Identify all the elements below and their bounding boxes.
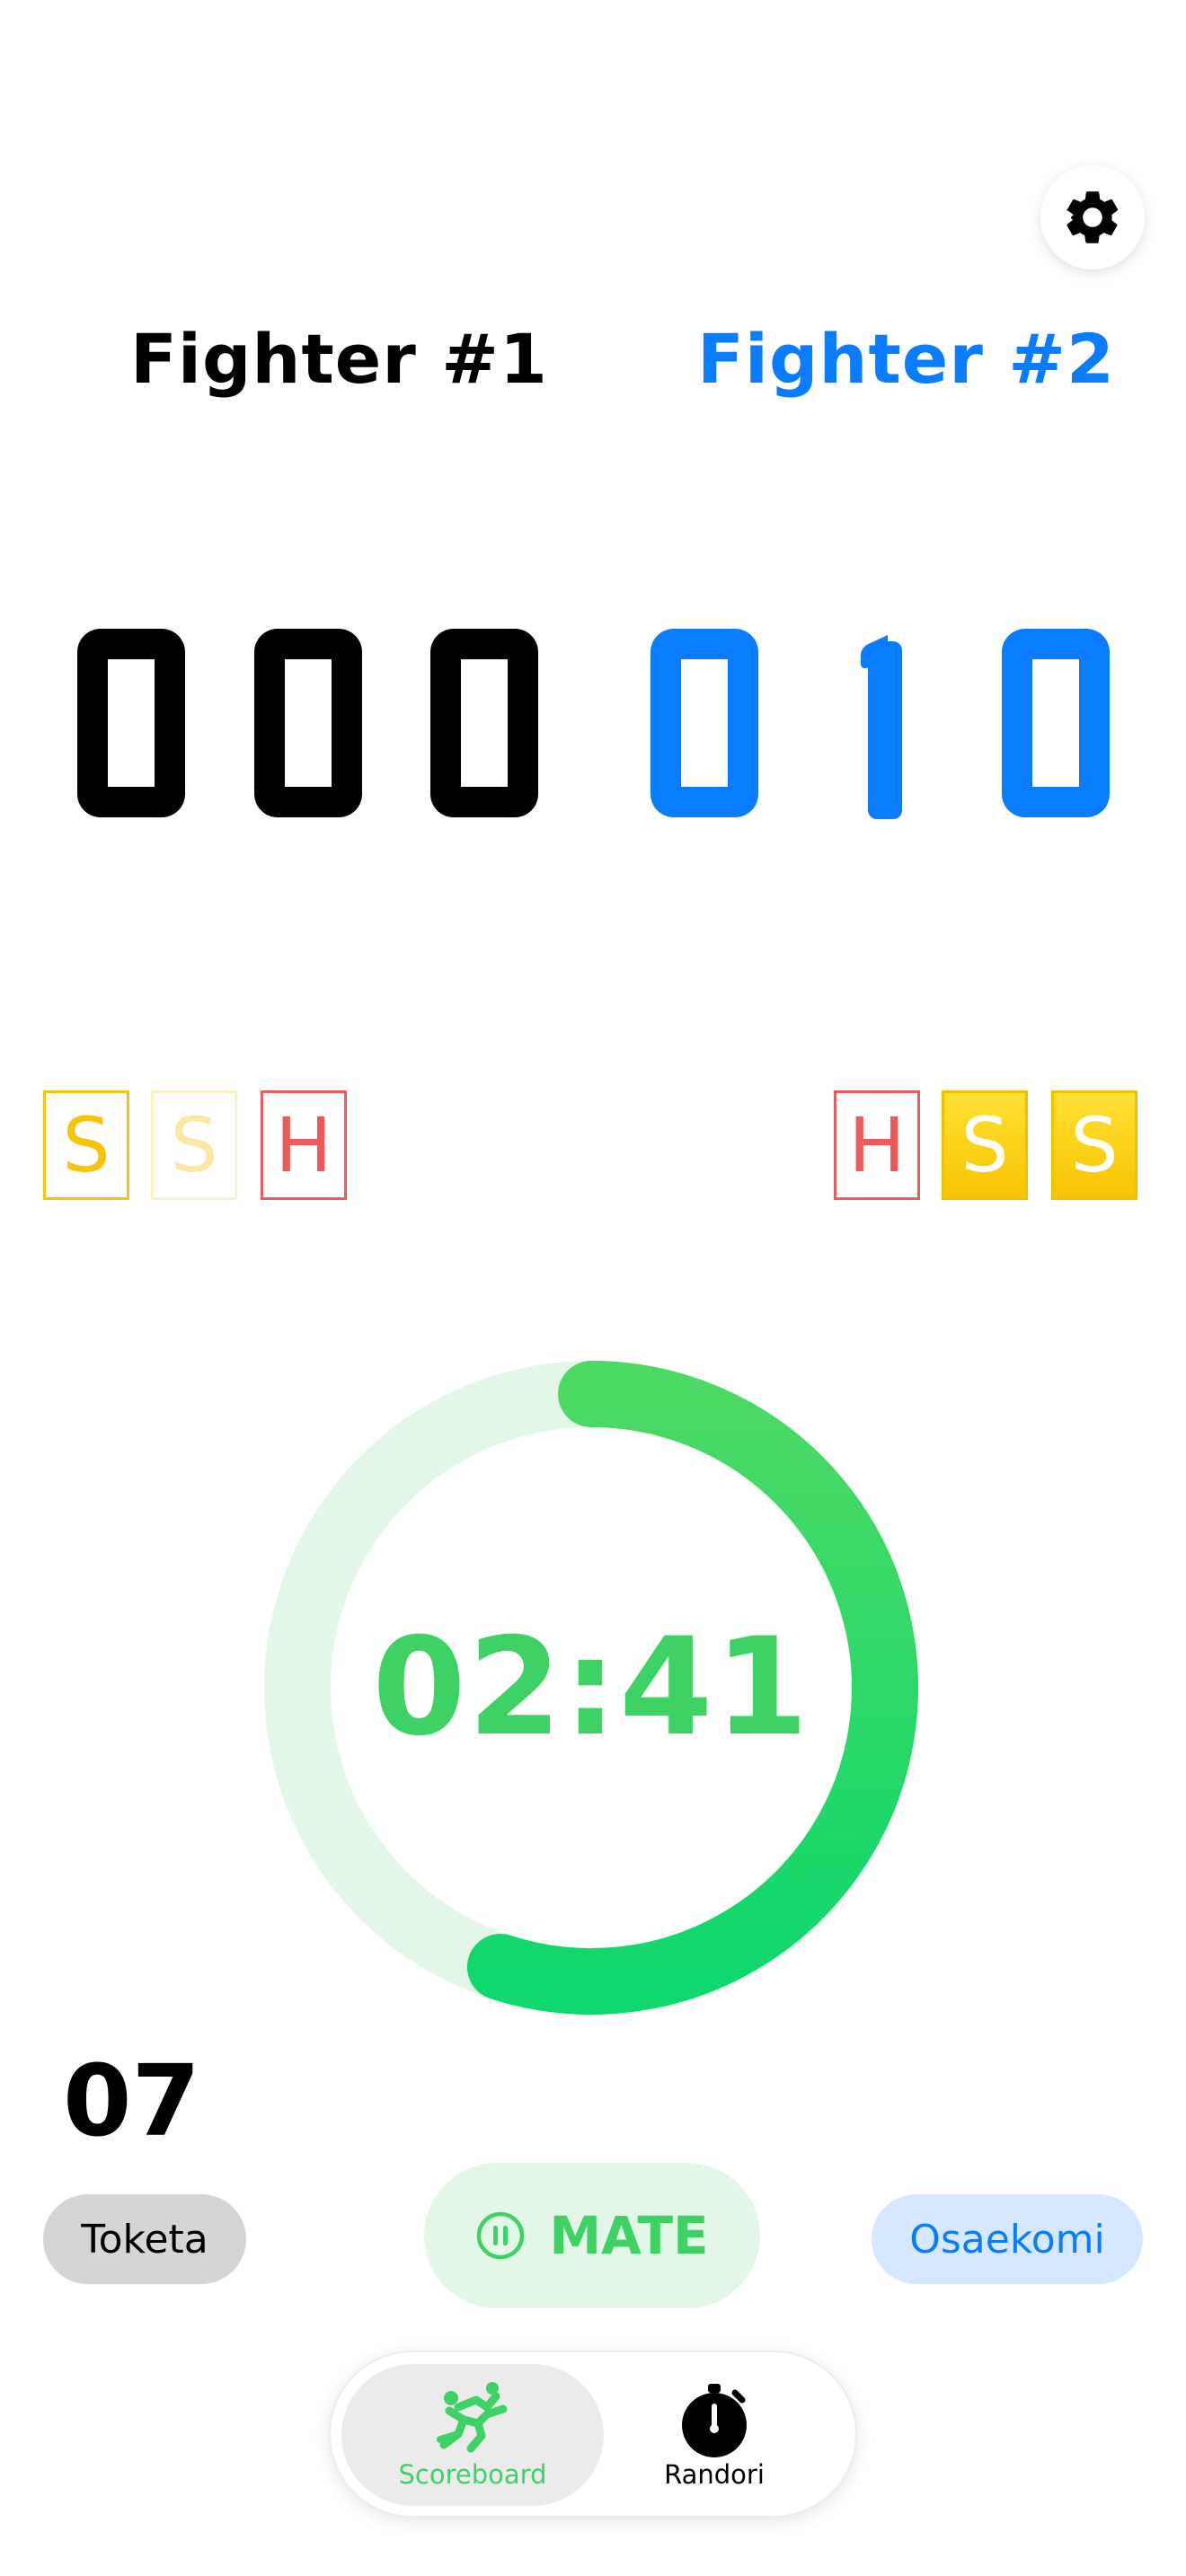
fighter1-wazaari-digit[interactable]	[254, 629, 362, 817]
settings-button[interactable]	[1040, 165, 1145, 269]
fighter2-shido-1[interactable]: S	[942, 1090, 1028, 1200]
osaekomi-count: 07	[63, 2043, 201, 2158]
pause-circle-icon	[477, 2211, 525, 2260]
fighter1-shido-2[interactable]: S	[151, 1090, 237, 1200]
tab-randori-label: Randori	[664, 2459, 765, 2490]
osaekomi-button[interactable]: Osaekomi	[872, 2194, 1143, 2284]
toketa-button[interactable]: Toketa	[43, 2194, 246, 2284]
tab-scoreboard-label: Scoreboard	[398, 2459, 547, 2490]
fighter2-name[interactable]: Fighter #2	[697, 319, 1115, 399]
fighter1-name[interactable]: Fighter #1	[130, 319, 548, 399]
toketa-label: Toketa	[81, 2216, 208, 2263]
tab-randori[interactable]	[674, 2382, 755, 2459]
fighter2-yuko-digit[interactable]	[1002, 629, 1110, 817]
gear-icon	[1067, 191, 1119, 243]
fighter1-shido-1[interactable]: S	[43, 1090, 129, 1200]
fighter2-hansoku-make[interactable]: H	[834, 1090, 920, 1200]
mate-button[interactable]: MATE	[424, 2163, 760, 2308]
mate-label: MATE	[549, 2205, 709, 2266]
osaekomi-label: Osaekomi	[909, 2216, 1105, 2263]
fighter2-shido-2[interactable]: S	[1051, 1090, 1137, 1200]
timer-display[interactable]: 02:41	[264, 1361, 918, 2015]
stopwatch-icon	[682, 2384, 747, 2457]
judo-throw-icon	[437, 2382, 508, 2453]
fighter1-ippon-digit[interactable]	[77, 629, 185, 817]
fighter2-ippon-digit[interactable]	[651, 629, 758, 817]
fighter1-yuko-digit[interactable]	[430, 629, 538, 817]
fighter1-hansoku-make[interactable]: H	[261, 1090, 347, 1200]
